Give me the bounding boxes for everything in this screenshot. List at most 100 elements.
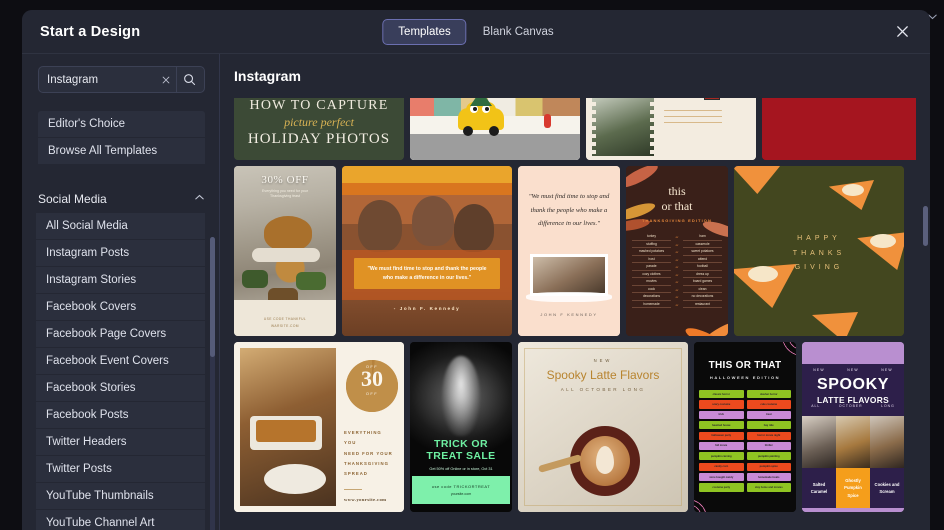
pair-option-left: store bought candy (699, 473, 744, 482)
this-or-that-pair-row: store bought candy homemade treats (699, 473, 791, 482)
card-banner-url: yoursite.com (450, 492, 472, 496)
search-input[interactable] (47, 73, 156, 86)
card-quote: "We must find time to stop and thank the… (528, 193, 610, 228)
this-or-that-pair-row: trick treat (699, 410, 791, 419)
sidebar-scrollbar[interactable] (210, 237, 215, 530)
page-title: Start a Design (40, 23, 141, 40)
sidebar-item-editors-choice[interactable]: Editor's Choice (38, 111, 205, 138)
template-card-spooky-latte-flavors[interactable]: NEW Spooky Latte Flavors ALL OCTOBER LON… (518, 342, 688, 512)
pair-divider: or (675, 242, 679, 247)
card-headline: Spooky Latte Flavors (546, 368, 660, 382)
template-card-kennedy-cream[interactable]: "We must find time to stop and thank the… (518, 166, 620, 336)
tab-blank-canvas[interactable]: Blank Canvas (467, 19, 570, 45)
sidebar-item-facebook-event-covers[interactable]: Facebook Event Covers (36, 348, 205, 375)
template-row: 30% OFF Everything you need for your Tha… (234, 166, 916, 336)
card-footer-code: USE CODE THANKFUL (263, 317, 307, 321)
card-title-this: this (668, 184, 686, 198)
card-eyebrow-3: NEW (881, 368, 893, 372)
card-body-2: NEED FOR YOUR (344, 450, 393, 456)
pair-divider: or (675, 265, 679, 270)
template-card-spooky-latte-menu[interactable]: NEW NEW NEW SPOOKY LATTE FLAVORS ALL OCT… (802, 342, 904, 512)
this-or-that-pair-row: mashed potatoes or sweet potatoes (632, 249, 722, 256)
halloween-this-or-that-rows: classic horror slasher horror scary costum… (699, 390, 791, 494)
template-card-kennedy-couple[interactable]: "We must find time to stop and thank the… (342, 166, 512, 336)
sidebar-item-instagram-stories[interactable]: Instagram Stories (36, 267, 205, 294)
this-or-that-pair-row: haunted house hay ride (699, 421, 791, 430)
pair-option-right: casserole (683, 242, 722, 248)
sidebar-group-label: Social Media (38, 192, 107, 206)
section-heading: Instagram (234, 68, 301, 84)
search-icon[interactable] (176, 67, 202, 92)
card-sub-1: ALL (811, 404, 821, 408)
sidebar-item-facebook-stories[interactable]: Facebook Stories (36, 375, 205, 402)
template-card-holiday-photos[interactable]: HOW TO CAPTURE picture perfect HOLIDAY P… (234, 98, 404, 160)
card-subtext: ALL OCTOBER LONG (560, 387, 646, 392)
pair-option-left: scary costume (699, 400, 744, 409)
template-card-christmas-card[interactable] (586, 98, 756, 160)
pair-option-right: restaurant (683, 302, 722, 308)
template-card-trick-or-treat[interactable]: TRICK OR TREAT SALE Get 50% off Online o… (410, 342, 512, 512)
sidebar-scrollbar-thumb[interactable] (210, 237, 215, 357)
sidebar-group-social-media[interactable]: Social Media (22, 185, 219, 213)
template-grid: HOW TO CAPTURE picture perfect HOLIDAY P… (234, 98, 916, 530)
pair-divider: or (675, 280, 679, 285)
sidebar-item-twitter-posts[interactable]: Twitter Posts (36, 456, 205, 483)
pair-divider: or (675, 295, 679, 300)
content-scrollbar-thumb[interactable] (923, 206, 928, 246)
search-box[interactable] (38, 66, 205, 93)
this-or-that-pair-row: parade or football (632, 264, 722, 271)
sidebar-item-facebook-posts[interactable]: Facebook Posts (36, 402, 205, 429)
card-subtitle: THANKSGIVING EDITION (641, 218, 712, 223)
pair-option-left: pumpkin carving (699, 452, 744, 461)
sidebar-item-facebook-covers[interactable]: Facebook Covers (36, 294, 205, 321)
card-footer-url: WARSITE.COM (271, 324, 299, 328)
card-url: www.yoursite.com (344, 497, 387, 502)
pair-option-left: classic horror (699, 390, 744, 399)
modal-body: Editor's Choice Browse All Templates Soc… (22, 53, 930, 530)
card-sub-3: LONG (881, 404, 895, 408)
card-author: - John F. Kennedy (393, 306, 461, 311)
sidebar-item-instagram-posts[interactable]: Instagram Posts (36, 240, 205, 267)
pair-option-right: board games (683, 279, 722, 286)
sidebar: Editor's Choice Browse All Templates Soc… (22, 54, 220, 530)
tab-templates[interactable]: Templates (382, 18, 467, 45)
pair-option-right: thriller (746, 441, 791, 451)
pair-option-right: dress up (683, 272, 722, 278)
card-title: THIS OR THAT (708, 360, 782, 371)
template-card-this-or-that-halloween[interactable]: THIS OR THAT HALLOWEEN EDITION classic h… (694, 342, 796, 512)
pair-option-left: mashed potatoes (632, 249, 671, 256)
sidebar-item-twitter-headers[interactable]: Twitter Headers (36, 429, 205, 456)
template-row: HOW TO CAPTURE picture perfect HOLIDAY P… (234, 98, 916, 160)
template-card-thanksgiving-30-off[interactable]: 30% OFF Everything you need for your Tha… (234, 166, 336, 336)
this-or-that-pair-row: turkey or ham (632, 234, 722, 241)
template-card-yellow-car[interactable] (410, 98, 580, 160)
badge-bottom: OFF (365, 390, 379, 396)
pair-divider: or (675, 257, 679, 262)
pair-option-right: pumpkin spice (746, 462, 791, 471)
this-or-that-pair-row: classic horror slasher horror (699, 390, 791, 399)
close-icon[interactable] (890, 20, 914, 44)
close-icon[interactable] (156, 69, 176, 91)
template-card-thanksgiving-spread[interactable]: OFF 30 OFF EVERYTHING YOU NEED FOR YOUR … (234, 342, 404, 512)
card-headline: 30% OFF (261, 174, 309, 186)
sidebar-item-youtube-channel-art[interactable]: YouTube Channel Art (36, 510, 205, 530)
badge-number: 30 (361, 366, 383, 391)
sidebar-item-browse-all-templates[interactable]: Browse All Templates (38, 138, 205, 165)
card-line-1: HAPPY (797, 235, 841, 242)
template-card-this-or-that-thanksgiving[interactable]: this or that THANKSGIVING EDITION turkey… (626, 166, 728, 336)
card-line-3: GIVING (794, 264, 844, 272)
sidebar-social-media-items: All Social Media Instagram Posts Instagr… (22, 213, 219, 530)
this-or-that-rows: turkey or ham stuffing or casserole mashed pot… (632, 234, 722, 309)
this-or-that-pair-row: stuffing or casserole (632, 242, 722, 248)
sidebar-item-all-social-media[interactable]: All Social Media (36, 213, 205, 240)
card-item-2: Ghostly Pumpkin Spice (844, 478, 862, 498)
pair-option-right: hay ride (746, 421, 791, 430)
sidebar-item-facebook-page-covers[interactable]: Facebook Page Covers (36, 321, 205, 348)
pair-option-left: halloween party (699, 431, 744, 440)
sidebar-item-youtube-thumbnails[interactable]: YouTube Thumbnails (36, 483, 205, 510)
card-body-4: SPREAD (344, 471, 368, 477)
chevron-up-icon[interactable] (194, 192, 205, 206)
template-card-happy-thanksgiving[interactable]: HAPPY THANKS GIVING (734, 166, 904, 336)
card-subtext: Everything you need for your Thanksgivin… (262, 189, 308, 199)
template-card-red-floral[interactable] (762, 98, 916, 160)
